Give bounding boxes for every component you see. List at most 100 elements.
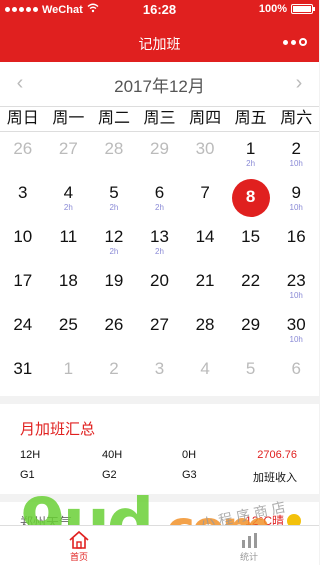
calendar-day[interactable]: 14 bbox=[182, 220, 228, 264]
calendar-day[interactable]: 6 2h bbox=[137, 176, 183, 220]
day-number: 3 bbox=[18, 183, 28, 202]
day-number: 12 bbox=[104, 227, 124, 246]
calendar-day[interactable]: 1 bbox=[46, 352, 92, 396]
g3-label: G3 bbox=[182, 469, 197, 481]
calendar-day[interactable]: 20 bbox=[137, 264, 183, 308]
overtime-hours: 10h bbox=[289, 159, 303, 168]
calendar-day[interactable]: 17 bbox=[0, 264, 46, 308]
calendar-day[interactable]: 4 2h bbox=[46, 176, 92, 220]
battery-icon bbox=[291, 4, 315, 14]
battery-percent: 100% bbox=[258, 3, 287, 15]
overtime-hours: 2h bbox=[246, 159, 256, 168]
calendar-day[interactable]: 24 bbox=[0, 308, 46, 352]
calendar-day[interactable]: 22 bbox=[228, 264, 274, 308]
chart-icon bbox=[242, 533, 257, 548]
chevron-left-icon[interactable]: ‹ bbox=[10, 73, 30, 94]
weekday-label: 周日 bbox=[6, 110, 39, 127]
calendar-day[interactable]: 21 bbox=[182, 264, 228, 308]
income-value: 2706.76 bbox=[257, 449, 297, 461]
calendar-day[interactable]: 28 bbox=[91, 132, 137, 176]
chevron-right-icon[interactable]: › bbox=[289, 73, 309, 94]
calendar-day[interactable]: 4 bbox=[182, 352, 228, 396]
calendar-day[interactable]: 3 bbox=[0, 176, 46, 220]
weekday-header: 周日 周一 周二 周三 周四 周五 周六 bbox=[0, 106, 319, 132]
day-number: 28 bbox=[104, 139, 124, 158]
calendar-day[interactable]: 31 bbox=[0, 352, 46, 396]
calendar-day[interactable]: 2 10h bbox=[273, 132, 319, 176]
g3-value: 0H bbox=[182, 449, 197, 461]
tab-bar: 首页 统计 bbox=[0, 525, 319, 565]
calendar-day[interactable]: 19 bbox=[91, 264, 137, 308]
more-dots-icon[interactable] bbox=[283, 38, 307, 46]
calendar-day[interactable]: 18 bbox=[46, 264, 92, 308]
calendar-day[interactable]: 3 bbox=[137, 352, 183, 396]
weekday-label: 周四 bbox=[189, 110, 222, 127]
calendar-day[interactable]: 9 10h bbox=[273, 176, 319, 220]
overtime-hours: 2h bbox=[109, 203, 119, 212]
calendar-day[interactable]: 25 bbox=[46, 308, 92, 352]
monthly-summary-card: 月加班汇总 12H 40H 0H 2706.76 G1 G2 G3 加班收入 bbox=[0, 404, 319, 494]
day-number: 27 bbox=[58, 139, 78, 158]
day-number: 1 bbox=[245, 139, 256, 158]
month-header: ‹ 2017年12月 › bbox=[0, 62, 319, 106]
day-number: 20 bbox=[150, 271, 169, 290]
app-screen: WeChat 16:28 100% 记加班 ‹ 2017年12月 › 周日 周一… bbox=[0, 0, 319, 565]
calendar-day[interactable]: 2 bbox=[91, 352, 137, 396]
calendar-day[interactable]: 28 bbox=[182, 308, 228, 352]
calendar-day[interactable]: 29 bbox=[228, 308, 274, 352]
calendar-day[interactable]: 12 2h bbox=[91, 220, 137, 264]
day-number: 22 bbox=[241, 271, 261, 290]
day-number: 1 bbox=[63, 359, 74, 378]
calendar-day[interactable]: 30 bbox=[182, 132, 228, 176]
day-number: 31 bbox=[13, 359, 33, 378]
calendar-day[interactable]: 27 bbox=[137, 308, 183, 352]
day-number: 4 bbox=[200, 359, 210, 378]
calendar-day[interactable]: 7 bbox=[182, 176, 228, 220]
day-number: 17 bbox=[13, 271, 33, 290]
calendar-day[interactable]: 16 bbox=[273, 220, 319, 264]
calendar-day[interactable]: 11 bbox=[46, 220, 92, 264]
overtime-hours: 10h bbox=[289, 335, 303, 344]
day-number: 6 bbox=[291, 359, 301, 378]
calendar: ‹ 2017年12月 › 周日 周一 周二 周三 周四 周五 周六 26 27 28… bbox=[0, 62, 319, 396]
calendar-day[interactable]: 26 bbox=[0, 132, 46, 176]
weekday-label: 周二 bbox=[97, 110, 130, 127]
day-number: 15 bbox=[241, 227, 261, 246]
day-number: 2 bbox=[109, 359, 119, 378]
calendar-day[interactable]: 1 2h bbox=[228, 132, 274, 176]
calendar-day[interactable]: 6 bbox=[273, 352, 319, 396]
day-number: 11 bbox=[59, 227, 78, 246]
day-number: 30 bbox=[286, 315, 306, 334]
calendar-day[interactable]: 5 2h bbox=[91, 176, 137, 220]
calendar-day[interactable]: 10 bbox=[0, 220, 46, 264]
g1-label: G1 bbox=[20, 469, 35, 481]
calendar-day[interactable]: 27 bbox=[46, 132, 92, 176]
day-number: 2 bbox=[291, 139, 301, 158]
day-number: 16 bbox=[286, 227, 306, 246]
calendar-day[interactable]: 30 10h bbox=[273, 308, 319, 352]
day-number: 7 bbox=[200, 183, 210, 202]
g1-value: 12H bbox=[20, 449, 41, 461]
month-label: 2017年12月 bbox=[114, 76, 205, 96]
tab-stats-label: 统计 bbox=[239, 552, 258, 562]
tab-stats[interactable]: 统计 bbox=[232, 530, 266, 563]
calendar-day[interactable]: 29 bbox=[137, 132, 183, 176]
summary-values: 12H 40H 0H 2706.76 G1 G2 G3 加班收入 bbox=[10, 449, 309, 485]
top-bar: WeChat 16:28 100% 记加班 bbox=[0, 0, 319, 62]
calendar-day[interactable]: 23 10h bbox=[273, 264, 319, 308]
day-number: 21 bbox=[195, 271, 215, 290]
calendar-day[interactable]: 13 2h bbox=[137, 220, 183, 264]
day-grid: 26 27 28 29 30 1 2h 2 10h 3 4 2h 5 2h 6 2h 7 8 9 10h 10 11 12 2… bbox=[0, 132, 319, 396]
calendar-day[interactable]: 26 bbox=[91, 308, 137, 352]
day-number: 4 bbox=[63, 183, 74, 202]
day-number: 9 bbox=[291, 183, 301, 202]
weekday-label: 周一 bbox=[52, 110, 85, 127]
overtime-hours: 10h bbox=[289, 203, 303, 212]
calendar-day-today[interactable]: 8 bbox=[228, 176, 274, 220]
tab-home[interactable]: 首页 bbox=[62, 530, 96, 563]
day-number: 5 bbox=[245, 359, 256, 378]
day-number: 23 bbox=[286, 271, 306, 290]
calendar-day[interactable]: 15 bbox=[228, 220, 274, 264]
calendar-day[interactable]: 5 bbox=[228, 352, 274, 396]
home-icon bbox=[69, 530, 89, 549]
